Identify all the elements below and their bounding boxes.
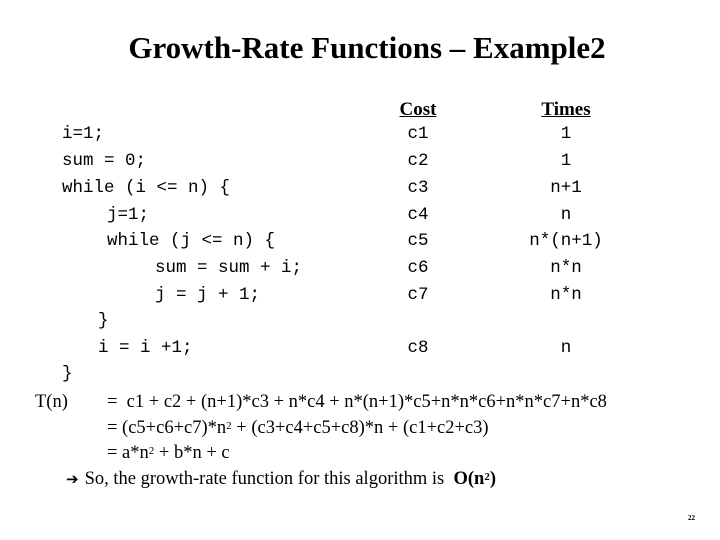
equation-line-3: = a*n2 + b*n + c — [107, 442, 230, 464]
code-line: j=1; — [107, 205, 150, 225]
cost-header: Cost — [399, 99, 437, 120]
exponent: 2 — [484, 471, 490, 483]
equation-line-1: = c1 + c2 + (n+1)*c3 + n*c4 + n*(n+1)*c5… — [107, 392, 607, 412]
times-cell: n+1 — [550, 178, 582, 198]
cost-cell: c1 — [407, 124, 429, 144]
big-o-base: O(n — [453, 469, 485, 489]
cost-cell: c5 — [407, 231, 429, 251]
cost-cell: c6 — [407, 258, 429, 278]
page-number: 22 — [688, 514, 695, 522]
code-line: } — [62, 364, 73, 384]
right-arrow-icon: ➔ — [66, 470, 79, 488]
equation-line-2: = (c5+c6+c7)*n2 + (c3+c4+c5+c8)*n + (c1+… — [107, 417, 489, 439]
code-line: while (i <= n) { — [62, 178, 231, 198]
times-cell: n — [560, 205, 572, 225]
cost-cell: c2 — [407, 151, 429, 171]
conclusion-text: So, the growth-rate function for this al… — [84, 469, 449, 489]
times-cell: n — [560, 338, 572, 358]
code-line: i=1; — [62, 124, 105, 144]
cost-cell: c7 — [407, 285, 429, 305]
code-line: } — [98, 311, 109, 331]
big-o-result: O(n2) — [454, 469, 497, 489]
slide-title: Growth-Rate Functions – Example2 — [128, 30, 606, 65]
cost-cell: c3 — [407, 178, 429, 198]
code-line: j = j + 1; — [155, 285, 261, 305]
times-cell: n*n — [550, 258, 582, 278]
equation-line-2-part-a: = (c5+c6+c7)*n — [107, 418, 227, 438]
cost-cell: c4 — [407, 205, 429, 225]
equation-line-3-part-b: + b*n + c — [154, 443, 230, 463]
exponent: 2 — [148, 445, 155, 457]
times-cell: n*(n+1) — [529, 231, 603, 251]
times-cell: 1 — [560, 151, 572, 171]
equation-line-3-part-a: = a*n — [107, 443, 149, 463]
times-cell: n*n — [550, 285, 582, 305]
exponent: 2 — [226, 420, 232, 432]
code-line: sum = sum + i; — [155, 258, 303, 278]
cost-cell: c8 — [407, 338, 429, 358]
code-line: i = i +1; — [98, 338, 193, 358]
big-o-close: ) — [489, 469, 497, 489]
conclusion-line: ➔ So, the growth-rate function for this a… — [66, 468, 496, 490]
equation-line-2-part-b: + (c3+c4+c5+c8)*n + (c1+c2+c3) — [231, 418, 489, 438]
times-header: Times — [541, 99, 591, 120]
times-cell: 1 — [560, 124, 572, 144]
code-line: sum = 0; — [62, 151, 147, 171]
tn-label: T(n) — [35, 392, 68, 412]
code-line: while (j <= n) { — [107, 231, 276, 251]
